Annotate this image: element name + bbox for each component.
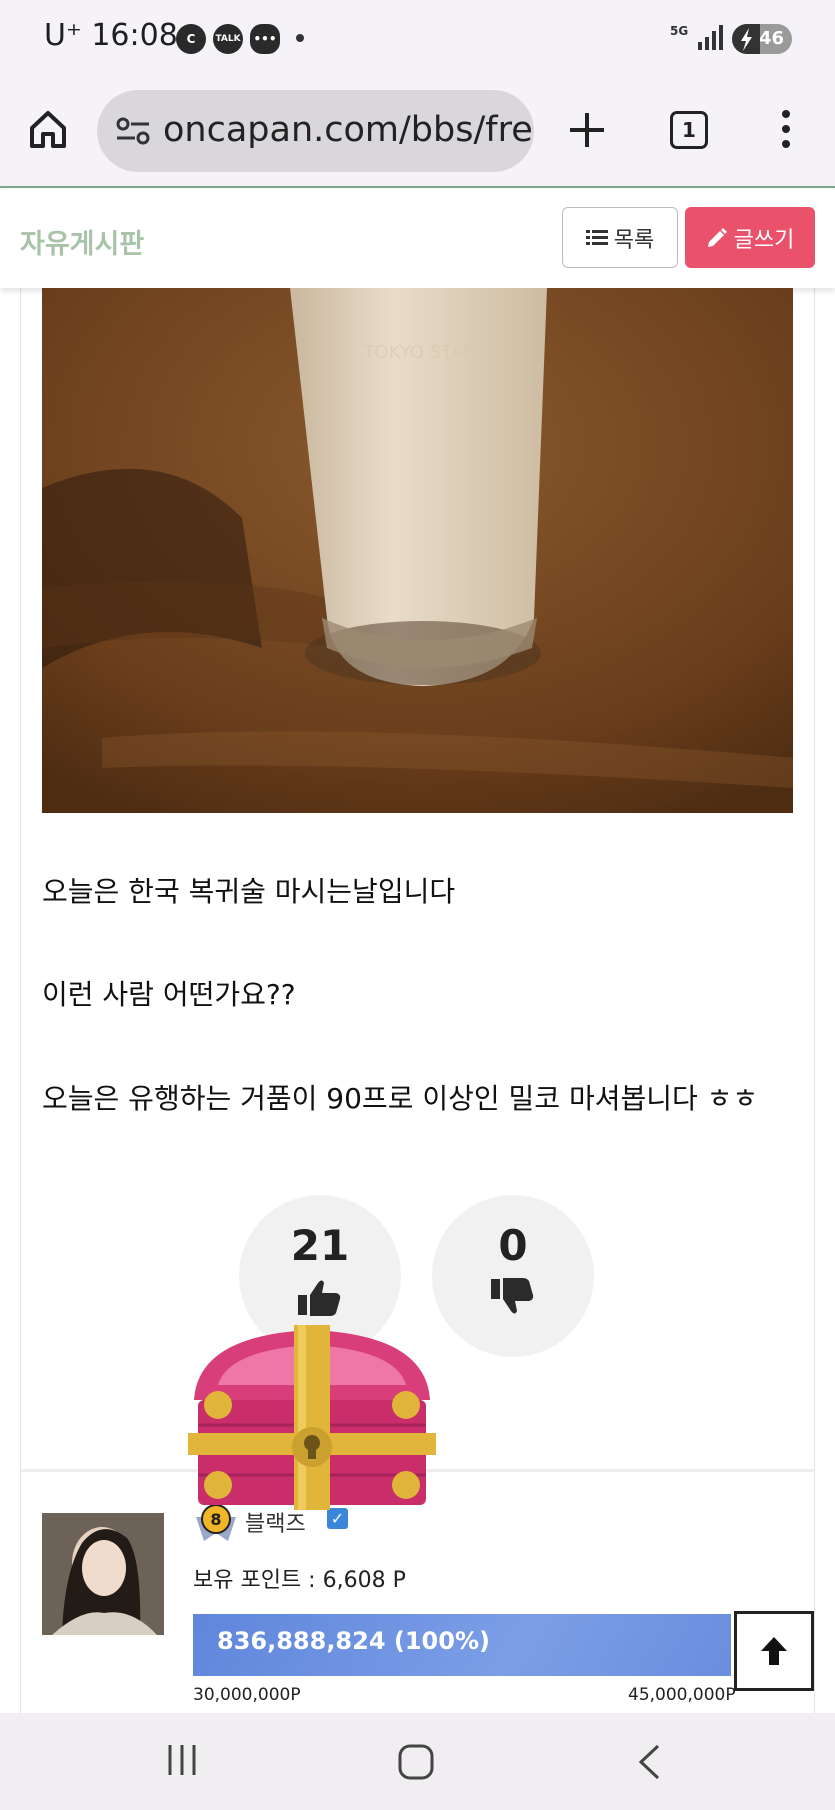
notification-dot-icon <box>296 34 304 42</box>
back-icon[interactable] <box>636 1743 662 1781</box>
pencil-icon <box>707 227 727 247</box>
carrier-label: U⁺ <box>44 18 82 53</box>
author-avatar[interactable] <box>42 1513 164 1635</box>
post-text-line: 이런 사람 어떤가요?? <box>42 978 296 1011</box>
network-type: 5G <box>670 24 689 38</box>
browser-toolbar: oncapan.com/bbs/fre 1 <box>0 78 835 188</box>
write-button[interactable]: 글쓰기 <box>685 207 815 268</box>
list-label: 목록 <box>613 227 655 253</box>
verified-check-icon: ✓ <box>327 1508 348 1529</box>
tab-switcher-button[interactable]: 1 <box>670 111 708 149</box>
arrow-up-icon <box>761 1637 787 1665</box>
author-points: 보유 포인트 : 6,608 P <box>193 1568 406 1593</box>
thumbs-up-icon <box>298 1280 341 1316</box>
experience-min-label: 30,000,000P <box>193 1685 301 1705</box>
clock: 16:08 <box>91 18 178 53</box>
like-count: 21 <box>290 1221 350 1270</box>
post-text-line: 오늘은 유행하는 거품이 90프로 이상인 밀코 마셔봅니다 ㅎㅎ <box>42 1082 759 1115</box>
status-time: U⁺ 16:08 <box>44 18 178 53</box>
home-icon[interactable] <box>28 108 68 150</box>
thumbs-down-icon <box>491 1278 534 1314</box>
dislike-count: 0 <box>498 1221 528 1270</box>
board-header: 자유게시판 목록 글쓰기 <box>0 190 835 288</box>
svg-text:TOKYO STAND: TOKYO STAND <box>363 342 491 363</box>
new-tab-icon[interactable] <box>568 111 606 149</box>
list-button[interactable]: 목록 <box>562 207 678 268</box>
write-label: 글쓰기 <box>733 227 795 253</box>
more-menu-icon[interactable] <box>778 108 794 150</box>
url-text: oncapan.com/bbs/fre <box>163 110 533 150</box>
experience-max-label: 45,000,000P <box>628 1685 736 1705</box>
signal-icon <box>698 25 723 50</box>
level-number: 8 <box>210 1510 221 1529</box>
charging-bolt-icon <box>732 24 760 54</box>
experience-progress-bar: 836,888,824 (100%) <box>193 1614 731 1676</box>
scroll-to-top-button[interactable] <box>734 1611 814 1691</box>
treasure-chest-icon[interactable] <box>188 1325 436 1510</box>
post-text-line: 오늘은 한국 복귀술 마시는날입니다 <box>42 875 456 908</box>
address-bar[interactable]: oncapan.com/bbs/fre <box>97 90 534 172</box>
site-settings-icon[interactable] <box>115 115 151 147</box>
author-nickname[interactable]: 블랙즈 <box>245 1506 306 1538</box>
post-photo: TOKYO STAND <box>42 288 793 813</box>
recent-apps-icon[interactable] <box>166 1743 198 1777</box>
dislike-button[interactable]: 0 <box>432 1195 594 1357</box>
status-bar: U⁺ 16:08 C TALK ••• 5G 46 <box>0 0 835 78</box>
list-icon <box>585 229 608 245</box>
c-icon: C <box>176 24 206 54</box>
kakaotalk-icon: TALK <box>213 24 243 54</box>
system-navigation-bar <box>0 1713 835 1810</box>
chat-bubble-icon: ••• <box>250 24 280 54</box>
battery-icon: 46 <box>732 24 792 54</box>
home-nav-icon[interactable] <box>397 1743 435 1781</box>
battery-level: 46 <box>758 28 784 49</box>
board-title[interactable]: 자유게시판 <box>20 222 144 261</box>
experience-progress-text: 836,888,824 (100%) <box>217 1627 490 1655</box>
